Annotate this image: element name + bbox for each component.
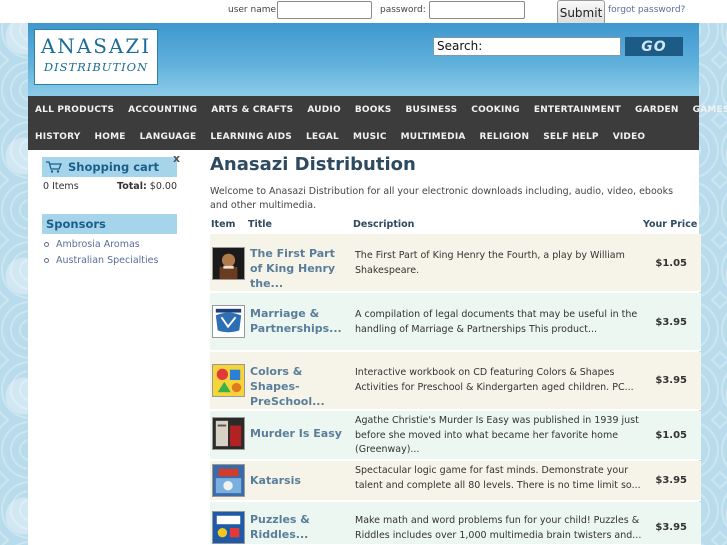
password-input[interactable]	[429, 1, 525, 19]
intro-text: Welcome to Anasazi Distribution for all …	[210, 186, 674, 211]
product-title-link[interactable]: Colors & Shapes-PreSchool...	[250, 364, 350, 409]
product-description: A compilation of legal documents that ma…	[355, 309, 638, 335]
column-header-item: Item	[211, 219, 236, 230]
product-title-link[interactable]: Puzzles & Riddles...	[250, 512, 350, 542]
logo-bottom-text: DISTRIBUTION	[43, 60, 149, 74]
bullet-icon	[44, 242, 49, 247]
nav-item[interactable]: RELIGION	[473, 132, 537, 142]
product-thumbnail[interactable]	[212, 364, 245, 397]
nav-row-1: ALL PRODUCTS ACCOUNTING ARTS & CRAFTS AU…	[28, 96, 727, 123]
column-header-price: Your Price	[643, 219, 698, 230]
nav-row-2: HISTORY HOME LANGUAGE LEARNING AIDS LEGA…	[28, 123, 652, 150]
nav-item[interactable]: COOKING	[464, 105, 527, 115]
cart-summary: 0 Items Total: $0.00	[43, 181, 177, 192]
shopping-cart-header: Shopping cart x	[42, 152, 180, 177]
product-description: Spectacular logic game for fast minds. D…	[355, 465, 641, 491]
product-row[interactable]: Puzzles & Riddles... Make math and word …	[210, 502, 701, 545]
product-description: Make math and word problems fun for your…	[355, 515, 642, 541]
nav-item[interactable]: ACCOUNTING	[121, 105, 204, 115]
nav-item[interactable]: AUDIO	[300, 105, 347, 115]
product-price: $3.95	[655, 475, 687, 486]
product-row[interactable]: Colors & Shapes-PreSchool... Interactive…	[210, 352, 701, 410]
product-row[interactable]: The First Part of King Henry the... The …	[210, 234, 701, 292]
nav-item[interactable]: LEGAL	[299, 132, 346, 142]
bullet-icon	[44, 258, 49, 263]
product-thumbnail[interactable]	[212, 305, 245, 338]
column-header-description: Description	[353, 219, 415, 230]
product-thumbnail[interactable]	[212, 417, 245, 450]
cart-icon	[46, 161, 62, 173]
product-description: Agathe Christie's Murder Is Easy was pub…	[355, 415, 639, 455]
go-button[interactable]: GO	[625, 37, 683, 56]
product-price: $3.95	[655, 317, 687, 328]
product-thumbnail[interactable]	[212, 464, 245, 497]
sponsor-link[interactable]: Ambrosia Aromas	[44, 239, 158, 250]
nav-item[interactable]: LEARNING AIDS	[203, 132, 299, 142]
login-bar: user name: password: Submit forgot passw…	[0, 0, 727, 25]
product-title-link[interactable]: Marriage & Partnerships...	[250, 306, 350, 336]
product-row[interactable]: Katarsis Spectacular logic game for fast…	[210, 461, 701, 501]
sponsors-header: Sponsors	[42, 214, 177, 234]
product-description: Interactive workbook on CD featuring Col…	[355, 367, 634, 393]
column-header-title: Title	[248, 219, 272, 230]
username-label: user name:	[228, 5, 280, 15]
product-price: $3.95	[655, 375, 687, 386]
product-price: $1.05	[655, 430, 687, 441]
nav-item[interactable]: ARTS & CRAFTS	[204, 105, 300, 115]
username-input[interactable]	[277, 1, 372, 19]
sponsor-label[interactable]: Australian Specialties	[56, 255, 158, 266]
product-row[interactable]: Marriage & Partnerships... A compilation…	[210, 293, 701, 351]
nav-item[interactable]: SELF HELP	[536, 132, 605, 142]
nav-item[interactable]: GAMES	[686, 105, 727, 115]
submit-button[interactable]: Submit	[557, 0, 605, 25]
forgot-password-link[interactable]: forgot password?	[608, 5, 685, 15]
product-description: The First Part of King Henry the Fourth,…	[355, 250, 625, 276]
nav-item[interactable]: BUSINESS	[398, 105, 464, 115]
close-icon[interactable]: x	[173, 152, 180, 165]
nav-item[interactable]: VIDEO	[606, 132, 653, 142]
nav-item[interactable]: ENTERTAINMENT	[527, 105, 628, 115]
product-title-link[interactable]: Murder Is Easy	[250, 426, 350, 441]
cart-total: Total: $0.00	[117, 181, 177, 192]
category-nav: ALL PRODUCTS ACCOUNTING ARTS & CRAFTS AU…	[28, 96, 727, 150]
nav-item[interactable]: HISTORY	[28, 132, 88, 142]
product-price: $1.05	[655, 258, 687, 269]
nav-item[interactable]: MULTIMEDIA	[394, 132, 473, 142]
nav-item[interactable]: LANGUAGE	[133, 132, 204, 142]
nav-item[interactable]: GARDEN	[628, 105, 686, 115]
content-panel: Shopping cart x 0 Items Total: $0.00 Spo…	[28, 150, 701, 545]
product-price: $3.95	[655, 522, 687, 533]
sponsor-label[interactable]: Ambrosia Aromas	[56, 239, 140, 250]
sponsors-title: Sponsors	[46, 217, 106, 231]
nav-item[interactable]: MUSIC	[346, 132, 394, 142]
product-title-link[interactable]: Katarsis	[250, 473, 350, 488]
nav-item[interactable]: BOOKS	[348, 105, 399, 115]
cart-total-label: Total:	[117, 181, 147, 192]
search-input[interactable]: Search:	[433, 37, 621, 56]
site-logo[interactable]: ANASAZI DISTRIBUTION	[34, 29, 158, 85]
nav-item[interactable]: ALL PRODUCTS	[28, 105, 121, 115]
site-header: ANASAZI DISTRIBUTION Search: GO	[28, 23, 699, 96]
product-row[interactable]: Murder Is Easy Agathe Christie's Murder …	[210, 411, 701, 460]
sponsor-link[interactable]: Australian Specialties	[44, 255, 158, 266]
sponsors-list: Ambrosia Aromas Australian Specialties	[44, 239, 158, 271]
product-thumbnail[interactable]	[212, 511, 245, 544]
cart-total-value: $0.00	[149, 181, 177, 192]
password-label: password:	[380, 5, 426, 15]
product-title-link[interactable]: The First Part of King Henry the...	[250, 246, 350, 291]
product-thumbnail[interactable]	[212, 247, 245, 280]
page-title: Anasazi Distribution	[210, 154, 416, 175]
nav-item[interactable]: HOME	[88, 132, 133, 142]
cart-item-count: 0 Items	[43, 181, 79, 192]
shopping-cart-title: Shopping cart	[68, 160, 159, 174]
logo-top-text: ANASAZI	[40, 34, 152, 58]
